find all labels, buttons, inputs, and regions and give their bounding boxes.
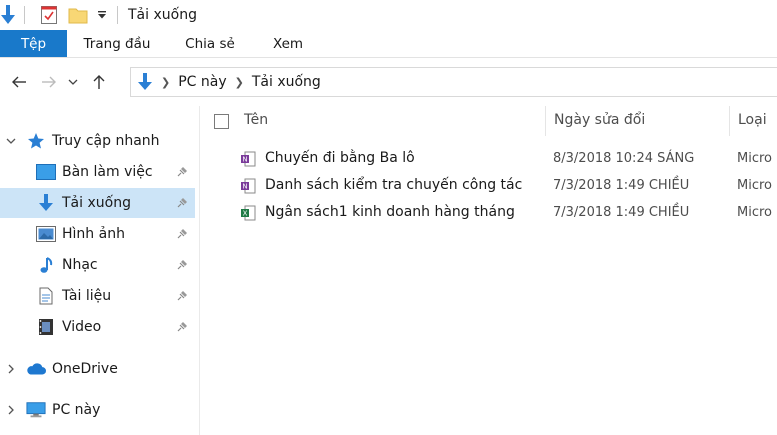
title-divider (117, 6, 118, 24)
documents-icon (36, 287, 56, 305)
expanded-chevron-icon[interactable] (4, 137, 18, 145)
svg-text:X: X (243, 210, 248, 218)
this-pc-label: PC này (52, 402, 101, 418)
onenote-icon: N (240, 151, 256, 167)
svg-text:N: N (242, 183, 247, 191)
title-bar: Tải xuống (0, 0, 777, 30)
tab-share[interactable]: Chia sẻ (167, 30, 253, 57)
recent-locations-chevron-icon[interactable] (66, 69, 80, 95)
sidebar-item-label: Tài liệu (62, 288, 112, 304)
sidebar-item-documents[interactable]: Tài liệu (0, 281, 195, 311)
pin-icon[interactable] (175, 320, 189, 334)
onedrive-label: OneDrive (52, 361, 118, 377)
sidebar-item-downloads[interactable]: Tải xuống (0, 188, 195, 218)
cloud-icon (26, 360, 46, 378)
file-row[interactable]: N Chuyến đi bằng Ba lô 8/3/2018 10:24 SÁ… (200, 146, 777, 172)
download-folder-icon (137, 72, 153, 92)
svg-text:N: N (242, 156, 247, 164)
breadcrumb-downloads[interactable]: Tải xuống (252, 74, 321, 90)
sidebar-item-music[interactable]: Nhạc (0, 250, 195, 280)
customize-toolbar-chevron-icon[interactable] (95, 0, 109, 30)
collapsed-chevron-icon[interactable] (4, 364, 18, 374)
nav-quick-access[interactable]: Truy cập nhanh (0, 126, 195, 156)
sidebar-item-videos[interactable]: Video (0, 312, 195, 342)
sidebar-item-this-pc[interactable]: PC này (0, 395, 195, 425)
properties-icon[interactable] (39, 0, 59, 30)
forward-arrow-icon[interactable] (36, 69, 62, 95)
file-name[interactable]: Danh sách kiểm tra chuyến công tác (265, 177, 522, 193)
sidebar-item-label: Video (62, 319, 102, 335)
new-folder-icon[interactable] (67, 0, 89, 30)
ribbon-tabs: Tệp Trang đầu Chia sẻ Xem (0, 30, 777, 58)
file-row[interactable]: X Ngân sách1 kinh doanh hàng tháng 7/3/2… (200, 200, 777, 226)
file-date-modified: 7/3/2018 1:49 CHIỀU (553, 205, 690, 220)
up-arrow-icon[interactable] (86, 69, 112, 95)
sidebar-item-label: Hình ảnh (62, 226, 125, 242)
file-type: Micro (737, 205, 772, 220)
file-type: Micro (737, 151, 772, 166)
pin-icon[interactable] (175, 165, 189, 179)
column-header-date-modified[interactable]: Ngày sửa đổi (554, 112, 645, 128)
download-arrow-icon (36, 194, 56, 212)
tab-home[interactable]: Trang đầu (67, 30, 167, 57)
pin-icon[interactable] (175, 196, 189, 210)
window-title: Tải xuống (128, 7, 197, 23)
back-arrow-icon[interactable] (6, 69, 32, 95)
pin-icon[interactable] (175, 289, 189, 303)
breadcrumb-chevron-icon[interactable]: ❯ (235, 76, 244, 89)
address-bar[interactable]: ❯ PC này ❯ Tải xuống (130, 67, 777, 97)
sidebar-item-onedrive[interactable]: OneDrive (0, 354, 195, 384)
desktop-icon (36, 163, 56, 181)
file-date-modified: 8/3/2018 10:24 SÁNG (553, 151, 695, 166)
navigation-pane: Truy cập nhanh Bàn làm việc Tải xuống Hì… (0, 106, 200, 435)
sidebar-item-pictures[interactable]: Hình ảnh (0, 219, 195, 249)
column-header-type[interactable]: Loại (738, 112, 767, 128)
tab-view[interactable]: Xem (253, 30, 323, 57)
star-icon (26, 132, 46, 150)
file-type: Micro (737, 178, 772, 193)
sidebar-item-label: Bàn làm việc (62, 164, 153, 180)
computer-icon (26, 401, 46, 419)
column-header-row: Tên Ngày sửa đổi Loại (200, 106, 777, 136)
file-name[interactable]: Chuyến đi bằng Ba lô (265, 150, 415, 166)
sidebar-item-desktop[interactable]: Bàn làm việc (0, 157, 195, 187)
file-row[interactable]: N Danh sách kiểm tra chuyến công tác 7/3… (200, 173, 777, 199)
file-list: Tên Ngày sửa đổi Loại N Chuyến đi bằng B… (200, 106, 777, 435)
column-header-name[interactable]: Tên (244, 112, 268, 128)
video-icon (36, 318, 56, 336)
breadcrumb-chevron-icon[interactable]: ❯ (161, 76, 170, 89)
sidebar-item-label: Tải xuống (62, 195, 131, 211)
column-divider[interactable] (545, 106, 546, 136)
sidebar-item-label: Nhạc (62, 257, 98, 273)
onenote-icon: N (240, 178, 256, 194)
pictures-icon (36, 225, 56, 243)
select-all-checkbox[interactable] (214, 114, 229, 129)
file-name[interactable]: Ngân sách1 kinh doanh hàng tháng (265, 204, 515, 220)
music-note-icon (36, 256, 56, 274)
breadcrumb-this-pc[interactable]: PC này (178, 74, 226, 90)
tab-file[interactable]: Tệp (0, 30, 67, 57)
download-arrow-icon (0, 0, 16, 30)
pin-icon[interactable] (175, 258, 189, 272)
excel-icon: X (240, 205, 256, 221)
quick-access-label: Truy cập nhanh (52, 133, 160, 149)
column-divider[interactable] (729, 106, 730, 136)
file-date-modified: 7/3/2018 1:49 CHIỀU (553, 178, 690, 193)
collapsed-chevron-icon[interactable] (4, 405, 18, 415)
navigation-bar: ❯ PC này ❯ Tải xuống (0, 58, 777, 106)
pin-icon[interactable] (175, 227, 189, 241)
quick-access-divider (24, 6, 25, 24)
